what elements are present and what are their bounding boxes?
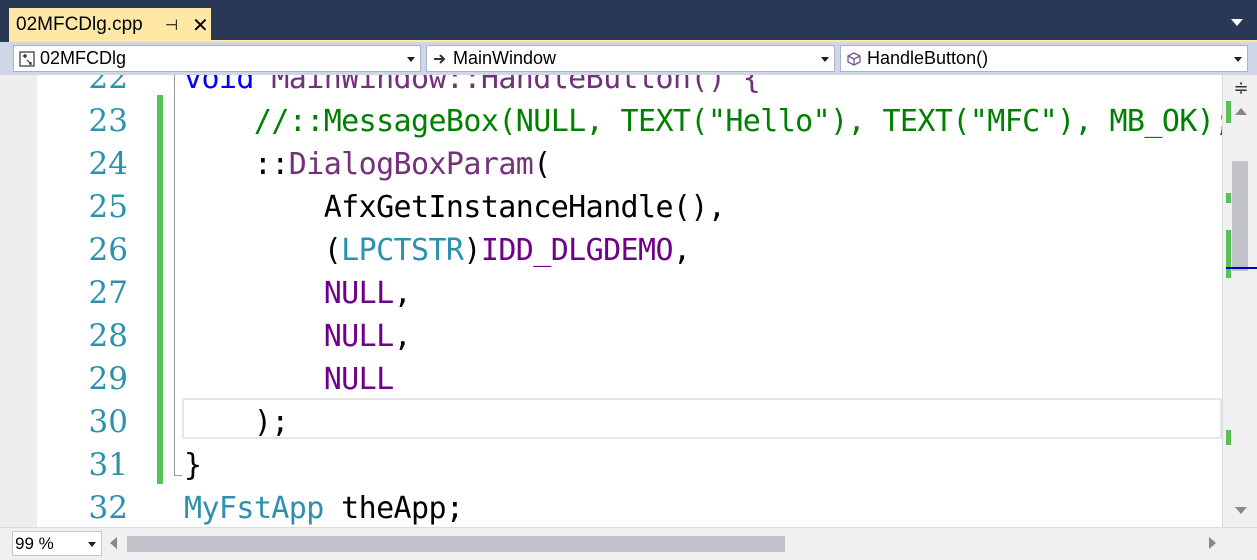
code-token: NULL [323,319,394,354]
vertical-scroll-thumb[interactable] [1232,161,1248,271]
vertical-scrollbar[interactable]: ≑ [1222,75,1257,527]
split-window-icon[interactable]: ≑ [1231,78,1251,98]
change-marker [1226,430,1231,445]
chevron-down-icon[interactable] [1234,57,1242,62]
line-number: 25 [88,189,128,225]
code-editor[interactable]: 2223242526272829303132 void MainWindow::… [0,75,1222,527]
line-number: 26 [88,232,128,268]
code-token: DialogBoxParam [288,147,534,182]
code-token: theApp; [323,491,464,526]
code-line[interactable]: //::MessageBox(NULL, TEXT("Hello"), TEXT… [184,100,1222,143]
code-token: NULL [323,276,394,311]
indicator-margin[interactable] [0,75,37,527]
member-dropdown[interactable]: HandleButton() [840,45,1248,72]
code-line[interactable]: NULL, [184,272,412,315]
scroll-left-arrow-icon[interactable] [110,537,117,549]
code-token: MyFstApp [184,491,324,526]
method-cube-icon [845,50,863,68]
code-token: MainWindow::HandleButton() { [253,75,761,96]
code-token: void [184,75,254,96]
class-dropdown-label: MainWindow [453,48,557,68]
outlining-line [174,75,175,475]
line-number: 22 [88,75,128,96]
code-token: , [393,276,412,311]
code-token: NULL [323,362,394,397]
code-line[interactable]: void MainWindow::HandleButton() { [184,75,761,100]
member-dropdown-label: HandleButton() [867,48,989,68]
chevron-down-icon[interactable] [821,57,829,62]
code-line[interactable]: AfxGetInstanceHandle(), [184,186,726,229]
navigation-bar: 02MFCDlg MainWindow HandleButton() [0,42,1257,75]
document-tab-bar: 02MFCDlg.cpp ⊣ ✕ [0,0,1257,42]
outlining-corner [174,475,182,476]
caret-position-marker [1226,267,1257,269]
project-dropdown[interactable]: 02MFCDlg [13,45,421,72]
scroll-right-arrow-icon[interactable] [1209,537,1216,549]
code-token: ( [184,233,342,268]
document-tab[interactable]: 02MFCDlg.cpp ⊣ ✕ [9,8,211,42]
code-token: LPCTSTR [341,233,464,268]
code-token: AfxGetInstanceHandle(), [184,190,726,225]
close-icon[interactable]: ✕ [192,13,209,37]
arrow-right-icon [431,50,449,68]
change-tracking-bar [157,95,163,484]
code-token: IDD_DLGDEMO [480,233,674,268]
code-token: :: [184,147,290,182]
zoom-dropdown[interactable]: 99 % [12,531,102,556]
code-token: ) [463,233,481,268]
line-number: 27 [88,275,128,311]
code-token: , [393,319,412,354]
code-token: } [184,448,202,483]
document-tab-title: 02MFCDlg.cpp [16,14,143,35]
code-line[interactable]: ); [184,401,290,444]
zoom-value: 99 % [15,533,54,553]
line-number: 24 [88,146,128,182]
change-marker [1226,193,1231,203]
current-line-highlight [182,398,1222,439]
line-number: 32 [88,490,128,526]
change-marker [1226,230,1231,278]
line-number: 28 [88,318,128,354]
chevron-down-icon[interactable] [88,542,96,547]
code-line[interactable]: MyFstApp theApp; [184,487,464,527]
code-token: //::MessageBox(NULL, TEXT("Hello"), TEXT… [253,104,1222,139]
line-number: 29 [88,361,128,397]
code-line[interactable]: (LPCTSTR)IDD_DLGDEMO, [184,229,691,272]
code-token: ); [184,405,290,440]
scroll-down-arrow-icon[interactable] [1235,507,1247,514]
line-number: 30 [88,404,128,440]
tab-overflow-chevron-down-icon[interactable] [1231,19,1243,26]
code-token: , [672,233,691,268]
code-token: ( [533,147,551,182]
line-number: 31 [88,447,128,483]
change-marker [1226,101,1231,123]
code-line[interactable]: ::DialogBoxParam( [184,143,551,186]
pin-icon[interactable]: ⊣ [165,16,181,34]
project-dropdown-label: 02MFCDlg [40,48,127,68]
editor-bottom-bar: 99 % [0,527,1257,560]
chevron-down-icon[interactable] [407,57,415,62]
code-line[interactable]: NULL [184,358,394,401]
scroll-up-arrow-icon[interactable] [1235,108,1247,115]
code-line[interactable]: NULL, [184,315,412,358]
class-dropdown[interactable]: MainWindow [426,45,835,72]
horizontal-scroll-thumb[interactable] [127,536,785,552]
code-line[interactable]: } [184,444,202,487]
line-number: 23 [88,103,128,139]
project-icon [18,50,36,68]
